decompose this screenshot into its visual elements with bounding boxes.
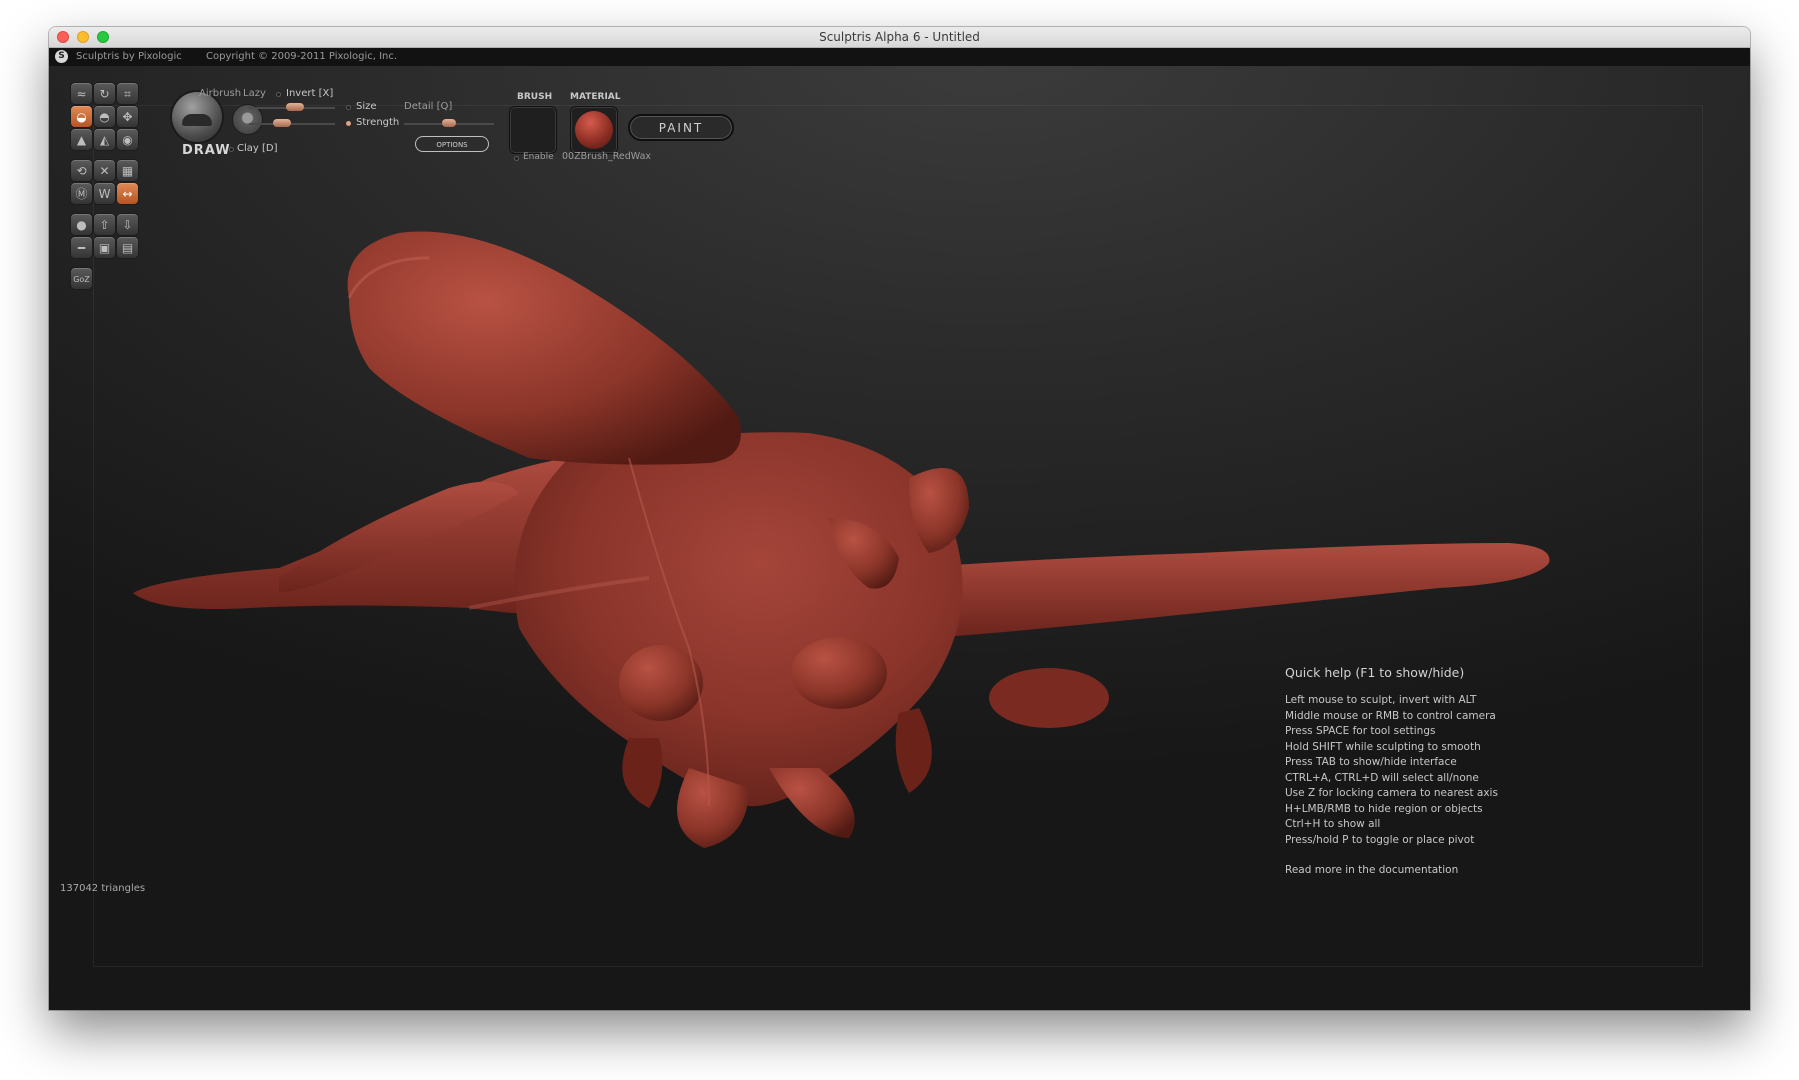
help-line: Ctrl+H to show all bbox=[1285, 818, 1381, 830]
brush-enable-radio[interactable] bbox=[514, 156, 519, 161]
help-line: Press TAB to show/hide interface bbox=[1285, 756, 1457, 768]
right-wing bbox=[909, 543, 1550, 638]
help-line: H+LMB/RMB to hide region or objects bbox=[1285, 802, 1483, 815]
help-line: Press/hold P to toggle or place pivot bbox=[1285, 833, 1475, 846]
detail-slider-knob[interactable] bbox=[442, 119, 456, 127]
body bbox=[514, 432, 963, 807]
paint-button[interactable]: PAINT bbox=[628, 114, 734, 141]
smooth-icon[interactable]: ◉ bbox=[116, 128, 139, 151]
detail-label: Detail [Q] bbox=[404, 101, 453, 112]
help-line: Middle mouse or RMB to control camera bbox=[1285, 709, 1496, 722]
save-icon[interactable]: ▣ bbox=[93, 236, 116, 259]
clay-label[interactable]: Clay [D] bbox=[237, 143, 278, 154]
close-window-button[interactable] bbox=[57, 31, 69, 43]
size-radio[interactable] bbox=[346, 105, 351, 110]
help-line: Hold SHIFT while sculpting to smooth bbox=[1285, 740, 1481, 753]
help-line: Left mouse to sculpt, invert with ALT bbox=[1285, 694, 1477, 706]
sculpt-viewport[interactable]: S Sculptris by Pixologic Copyright © 200… bbox=[49, 48, 1750, 1010]
strength-slider-knob[interactable] bbox=[272, 119, 291, 127]
mesh-export-icon[interactable]: ⇩ bbox=[116, 213, 139, 236]
crease-icon[interactable]: W bbox=[93, 182, 116, 205]
open-icon[interactable]: ▤ bbox=[116, 236, 139, 259]
copyright-text: Copyright © 2009-2011 Pixologic, Inc. bbox=[206, 51, 398, 62]
mesh-import-icon[interactable]: ⇧ bbox=[93, 213, 116, 236]
sculptris-logo-icon: S bbox=[55, 50, 68, 63]
info-bar: S Sculptris by Pixologic Copyright © 200… bbox=[49, 48, 1750, 66]
top-tube bbox=[347, 231, 741, 465]
material-name: 00ZBrush_RedWax bbox=[562, 151, 652, 162]
move-icon[interactable]: ✥ bbox=[116, 105, 139, 128]
help-line: Use Z for locking camera to nearest axis bbox=[1285, 787, 1498, 799]
app-name: Sculptris by Pixologic bbox=[76, 51, 182, 62]
lazy-toggle[interactable]: Lazy bbox=[243, 88, 266, 99]
brush-stroke-icon[interactable]: ≈ bbox=[70, 82, 93, 105]
sphere-icon[interactable]: ● bbox=[70, 213, 93, 236]
triangle-count: 137042 triangles bbox=[60, 883, 146, 894]
material-slot[interactable] bbox=[570, 106, 618, 154]
title-bar[interactable]: Sculptris Alpha 6 - Untitled bbox=[49, 27, 1750, 48]
brush-enable-label[interactable]: Enable bbox=[523, 152, 554, 162]
quick-help-panel: Quick help (F1 to show/hide) Left mouse … bbox=[1285, 665, 1498, 879]
quick-help-title: Quick help (F1 to show/hide) bbox=[1285, 665, 1465, 680]
brush-name: DRAW bbox=[182, 143, 231, 158]
goz-icon[interactable]: GoZ bbox=[70, 267, 93, 290]
symmetry-icon[interactable]: ↔ bbox=[116, 182, 139, 205]
material-header: MATERIAL bbox=[570, 92, 621, 102]
wireframe-icon[interactable]: Ⓜ bbox=[70, 182, 93, 205]
grid-icon[interactable]: ▦ bbox=[116, 159, 139, 182]
strength-radio[interactable] bbox=[346, 121, 351, 126]
invert-label[interactable]: Invert [X] bbox=[286, 88, 333, 99]
minimize-window-button[interactable] bbox=[77, 31, 89, 43]
draw-clay-icon[interactable]: ◒ bbox=[70, 105, 93, 128]
airbrush-toggle[interactable]: Airbrush bbox=[199, 88, 241, 99]
invert-radio[interactable] bbox=[276, 92, 281, 97]
rotate-icon[interactable]: ↻ bbox=[93, 82, 116, 105]
window-title: Sculptris Alpha 6 - Untitled bbox=[819, 30, 980, 44]
help-line: Press SPACE for tool settings bbox=[1285, 725, 1436, 737]
clay-radio[interactable] bbox=[229, 147, 234, 152]
inflate-icon[interactable]: ◓ bbox=[93, 105, 116, 128]
help-line: CTRL+A, CTRL+D will select all/none bbox=[1285, 771, 1479, 784]
maximize-window-button[interactable] bbox=[97, 31, 109, 43]
reduce-icon[interactable]: ⟲ bbox=[70, 159, 93, 182]
brush-texture-slot[interactable] bbox=[509, 106, 557, 154]
strength-slider-track[interactable] bbox=[249, 123, 335, 125]
plane-icon[interactable]: ━ bbox=[70, 236, 93, 259]
size-slider-knob[interactable] bbox=[286, 103, 305, 111]
flatten-icon[interactable]: ▲ bbox=[70, 128, 93, 151]
brush-header: BRUSH bbox=[517, 92, 553, 102]
material-sphere-icon bbox=[575, 111, 613, 149]
documentation-link[interactable]: Read more in the documentation bbox=[1285, 863, 1498, 879]
size-label: Size bbox=[356, 101, 377, 112]
crop-icon[interactable]: ⌗ bbox=[116, 82, 139, 105]
pinch-icon[interactable]: ◭ bbox=[93, 128, 116, 151]
app-window: Sculptris Alpha 6 - Untitled S Sculptris… bbox=[49, 27, 1750, 1010]
mirror-x-icon[interactable]: ✕ bbox=[93, 159, 116, 182]
options-button[interactable]: OPTIONS bbox=[415, 136, 489, 152]
strength-label: Strength bbox=[356, 117, 400, 128]
brush-preview-icon[interactable] bbox=[172, 92, 222, 142]
